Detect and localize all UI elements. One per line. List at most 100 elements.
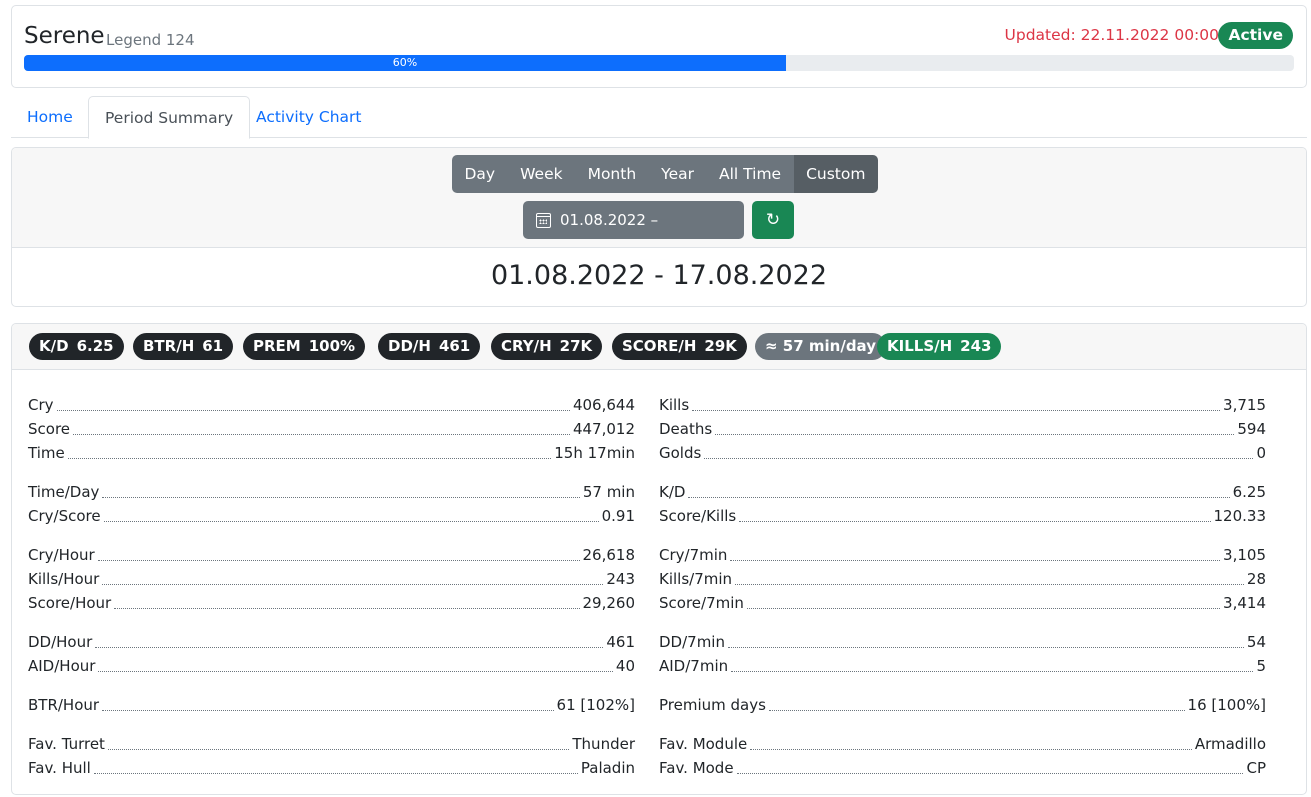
period-day-button[interactable]: Day bbox=[452, 155, 508, 193]
dotted-leader bbox=[768, 710, 1185, 711]
period-week-button[interactable]: Week bbox=[507, 155, 576, 193]
period-button-group: Day Week Month Year All Time Custom bbox=[452, 155, 878, 193]
stat-row: Score/Kills 120.33 bbox=[659, 505, 1266, 527]
time-per-day-badge: ≈ 57 min/day bbox=[755, 333, 886, 360]
stat-row: Premium days 16 [100%] bbox=[659, 694, 1266, 716]
stat-row: Kills/Hour 243 bbox=[28, 568, 635, 590]
stat-row: Score/7min 3,414 bbox=[659, 592, 1266, 614]
stat-value: 16 [100%] bbox=[1187, 696, 1266, 714]
dotted-leader bbox=[67, 458, 552, 459]
stat-value: 0 bbox=[1256, 444, 1266, 462]
tab-home[interactable]: Home bbox=[11, 96, 89, 138]
stat-value: 594 bbox=[1237, 420, 1266, 438]
stat-label: Cry bbox=[28, 396, 54, 414]
dotted-leader bbox=[97, 560, 580, 561]
stat-label: Score/Hour bbox=[28, 594, 112, 612]
stat-row: Score/Hour 29,260 bbox=[28, 592, 635, 614]
stat-value: 26,618 bbox=[582, 546, 636, 564]
player-rank: Legend 124 bbox=[106, 31, 195, 49]
date-range-picker-button[interactable]: 01.08.2022 – 17.08.2022 bbox=[523, 201, 744, 267]
stat-value: 3,715 bbox=[1223, 396, 1266, 414]
stat-label: Score/7min bbox=[659, 594, 744, 612]
stats-card: K/D 6.25 BTR/H 61 PREM 100% DD/H 461 CRY/H 27… bbox=[11, 323, 1307, 795]
period-selector-header: Day Week Month Year All Time Custom 01.0… bbox=[12, 148, 1306, 267]
dotted-leader bbox=[715, 434, 1235, 435]
stat-row: Fav. Hull Paladin bbox=[28, 757, 635, 779]
stat-label: K/D bbox=[659, 483, 686, 501]
stat-value: 243 bbox=[606, 570, 635, 588]
stat-value: 29,260 bbox=[582, 594, 636, 612]
btr-badge: BTR/H 61 bbox=[133, 333, 234, 360]
cry-badge: CRY/H 27K bbox=[491, 333, 603, 360]
dotted-leader bbox=[739, 521, 1211, 522]
dotted-leader bbox=[102, 584, 604, 585]
dotted-leader bbox=[727, 647, 1244, 648]
dotted-leader bbox=[93, 773, 578, 774]
stat-label: Golds bbox=[659, 444, 702, 462]
dotted-leader bbox=[750, 749, 1192, 750]
stat-value: CP bbox=[1246, 759, 1266, 777]
stat-row: Cry/Hour 26,618 bbox=[28, 544, 635, 566]
dd-badge: DD/H 461 bbox=[378, 333, 481, 360]
stat-row: Fav. Turret Thunder bbox=[28, 733, 635, 755]
stat-value: 120.33 bbox=[1213, 507, 1267, 525]
kd-badge: K/D 6.25 bbox=[29, 333, 124, 360]
stat-row: Score 447,012 bbox=[28, 418, 635, 440]
player-header-card: Serene Legend 124 Updated: 22.11.2022 00… bbox=[11, 5, 1307, 88]
score-badge: SCORE/H 29K bbox=[612, 333, 747, 360]
stat-row: Deaths 594 bbox=[659, 418, 1266, 440]
stat-value: 0.91 bbox=[601, 507, 635, 525]
stat-value: 3,105 bbox=[1223, 546, 1266, 564]
stat-value: 28 bbox=[1246, 570, 1266, 588]
stat-value: 15h 17min bbox=[554, 444, 635, 462]
tab-period-summary[interactable]: Period Summary bbox=[88, 96, 251, 139]
stat-value: 40 bbox=[615, 657, 635, 675]
stat-label: Premium days bbox=[659, 696, 766, 714]
stat-label: Cry/Hour bbox=[28, 546, 95, 564]
stat-row: Cry/Score 0.91 bbox=[28, 505, 635, 527]
stat-label: Fav. Hull bbox=[28, 759, 91, 777]
stat-row: DD/Hour 461 bbox=[28, 631, 635, 653]
kills-badge: KILLS/H 243 bbox=[877, 333, 1002, 360]
stat-value: 461 bbox=[606, 633, 635, 651]
date-range-label: 01.08.2022 – 17.08.2022 bbox=[560, 211, 659, 267]
period-selector-card: Day Week Month Year All Time Custom 01.0… bbox=[11, 147, 1307, 307]
stat-value: 447,012 bbox=[572, 420, 635, 438]
stat-label: Fav. Mode bbox=[659, 759, 734, 777]
stat-row: Cry/7min 3,105 bbox=[659, 544, 1266, 566]
period-custom-button[interactable]: Custom bbox=[793, 155, 878, 193]
stat-label: Kills/7min bbox=[659, 570, 733, 588]
stat-row: AID/Hour 40 bbox=[28, 655, 635, 677]
refresh-button[interactable]: ↻ bbox=[752, 201, 794, 239]
stat-value: 6.25 bbox=[1232, 483, 1266, 501]
dotted-leader bbox=[56, 410, 570, 411]
stat-label: AID/Hour bbox=[28, 657, 96, 675]
stat-row: Golds 0 bbox=[659, 442, 1266, 464]
dotted-leader bbox=[95, 647, 604, 648]
stat-row: Cry 406,644 bbox=[28, 394, 635, 416]
stat-label: Score/Kills bbox=[659, 507, 737, 525]
summary-badges-bar: K/D 6.25 BTR/H 61 PREM 100% DD/H 461 CRY/H 27… bbox=[12, 324, 1306, 370]
stat-value: 406,644 bbox=[572, 396, 635, 414]
stat-label: Cry/7min bbox=[659, 546, 728, 564]
dotted-leader bbox=[736, 773, 1244, 774]
tab-activity-chart[interactable]: Activity Chart bbox=[240, 96, 378, 138]
stat-value: Thunder bbox=[572, 735, 635, 753]
dotted-leader bbox=[704, 458, 1254, 459]
stat-label: BTR/Hour bbox=[28, 696, 100, 714]
stat-label: Time bbox=[28, 444, 65, 462]
player-name: Serene bbox=[24, 23, 105, 49]
nav-tabs: Home Period Summary Activity Chart bbox=[11, 96, 1307, 139]
dotted-leader bbox=[730, 560, 1221, 561]
stat-row: AID/7min 5 bbox=[659, 655, 1266, 677]
dotted-leader bbox=[102, 710, 554, 711]
period-title: 01.08.2022 - 17.08.2022 bbox=[490, 260, 828, 291]
stat-value: 57 min bbox=[582, 483, 635, 501]
dotted-leader bbox=[73, 434, 570, 435]
period-year-button[interactable]: Year bbox=[648, 155, 707, 193]
period-month-button[interactable]: Month bbox=[575, 155, 649, 193]
period-all-time-button[interactable]: All Time bbox=[706, 155, 794, 193]
stat-row: Time/Day 57 min bbox=[28, 481, 635, 503]
stat-label: Cry/Score bbox=[28, 507, 101, 525]
dotted-leader bbox=[114, 608, 580, 609]
